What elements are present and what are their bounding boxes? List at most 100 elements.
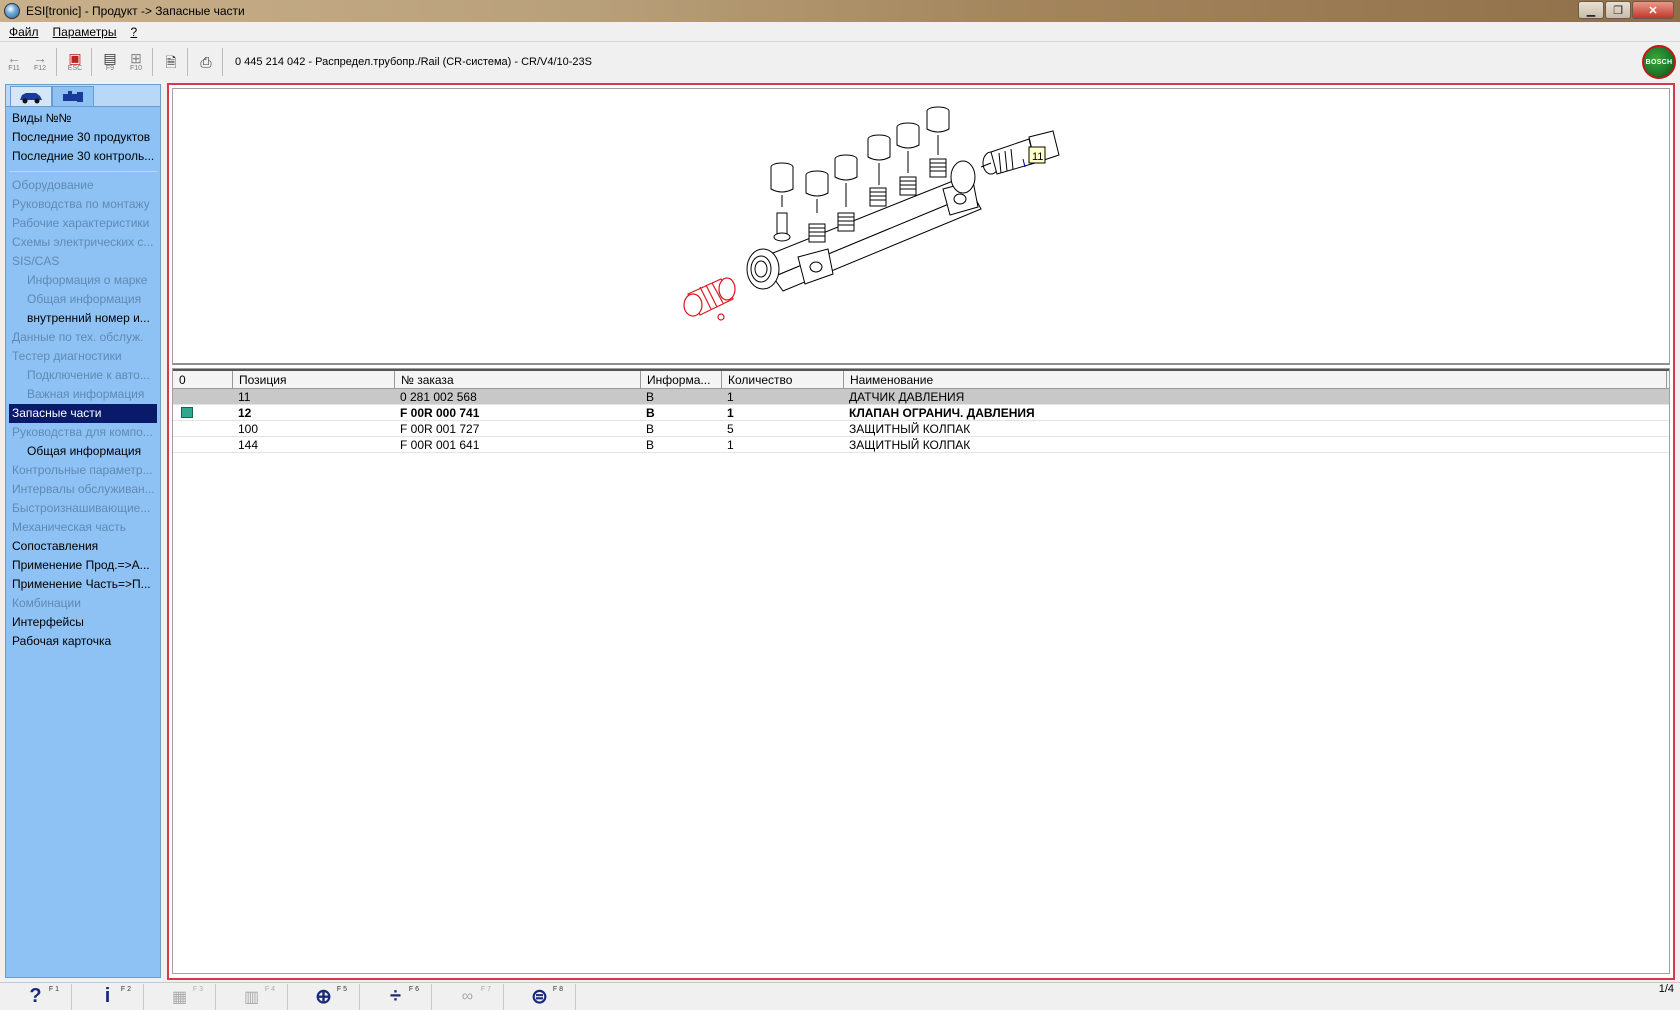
f4-button[interactable]: ▥ F 4 — [216, 983, 288, 1010]
toolbar-separator — [222, 48, 223, 76]
toolbar-separator — [56, 48, 57, 76]
cell-marker — [173, 405, 233, 420]
sidebar-item[interactable]: Применение Прод.=>А... — [6, 556, 160, 575]
document-button[interactable]: 🗎 — [159, 47, 183, 77]
sidebar-item[interactable]: Применение Часть=>П... — [6, 575, 160, 594]
sidebar-item[interactable]: внутренний номер и... — [6, 309, 160, 328]
print-button[interactable]: ⎙ — [194, 47, 218, 77]
sidebar-item[interactable]: Сопоставления — [6, 537, 160, 556]
sidebar-item[interactable]: Рабочая карточка — [6, 632, 160, 651]
column-quantity[interactable]: Количество — [722, 371, 844, 388]
cell-info: B — [646, 390, 655, 404]
fkey-label: F 3 — [192, 985, 203, 993]
f3-icon: ▦ — [171, 988, 188, 1006]
column-attachment[interactable]: 0 — [173, 371, 233, 388]
sidebar-item[interactable]: Тестер диагностики — [6, 347, 160, 366]
column-name[interactable]: Наименование — [844, 371, 1667, 388]
cell-name: ЗАЩИТНЫЙ КОЛПАК — [849, 438, 971, 452]
bosch-logo[interactable]: BOSCH — [1642, 45, 1676, 79]
menu-parameters[interactable]: Параметры — [46, 25, 124, 39]
pump-icon — [63, 90, 83, 102]
fkey-label: F 6 — [408, 985, 419, 993]
document-marker-icon[interactable] — [181, 407, 193, 418]
cell-marker — [173, 421, 233, 436]
title-bar: ESI[tronic] - Продукт -> Запасные части … — [0, 0, 1680, 22]
cell-qty: 1 — [727, 390, 734, 404]
info-button[interactable]: i F 2 — [72, 983, 144, 1010]
sidebar-item[interactable]: Данные по тех. обслуж. — [6, 328, 160, 347]
table-row[interactable]: 144 F 00R 001 641 B 1 ЗАЩИТНЫЙ КОЛПАК — [173, 437, 1669, 453]
table-row[interactable]: 12 F 00R 000 741 B 1 КЛАПАН ОГРАНИЧ. ДАВЛЕНИ… — [173, 405, 1669, 421]
sidebar-item[interactable]: Общая информация — [6, 442, 160, 461]
close-button[interactable]: ✕ — [1632, 1, 1674, 19]
table-row[interactable]: 100 F 00R 001 727 B 5 ЗАЩИТНЫЙ КОЛПАК — [173, 421, 1669, 437]
column-info[interactable]: Информа... — [641, 371, 722, 388]
product-title: 0 445 214 042 - Распредел.трубопр./Rail … — [235, 56, 593, 68]
f7-icon: ∞ — [461, 987, 474, 1005]
sidebar-item[interactable]: Интерфейсы — [6, 613, 160, 632]
arrow-right-icon: → — [33, 50, 47, 66]
bosch-icon: ⊜ — [531, 986, 548, 1008]
sidebar-item[interactable]: Комбинации — [6, 594, 160, 613]
column-position[interactable]: Позиция — [233, 371, 395, 388]
f3-button[interactable]: ▦ F 3 — [144, 983, 216, 1010]
car-icon — [20, 92, 42, 103]
sidebar-item[interactable]: Важная информация — [6, 385, 160, 404]
sidebar-item-last-products[interactable]: Последние 30 продуктов — [6, 128, 160, 147]
sidebar-item[interactable]: Руководства для компо... — [6, 423, 160, 442]
toolbar: ← F11 → F12 ▣ ESC ▤ F9 ⊞ F10 🗎 ⎙ 0 445 2… — [0, 43, 1680, 81]
sidebar-item[interactable]: Механическая часть — [6, 518, 160, 537]
exploded-view-figure[interactable]: 11 — [172, 88, 1670, 365]
cell-info: B — [646, 406, 655, 420]
sidebar-item[interactable]: Схемы электрических с... — [6, 233, 160, 252]
f10-button[interactable]: ⊞ F10 — [124, 47, 148, 77]
sidebar-nav: Виды №№ Последние 30 продуктов Последние… — [6, 107, 160, 653]
f7-button[interactable]: ∞ F 7 — [432, 983, 504, 1010]
cell-marker — [173, 389, 233, 404]
sidebar-item[interactable]: Интервалы обслуживан... — [6, 480, 160, 499]
sidebar-item[interactable]: Оборудование — [6, 176, 160, 195]
sidebar-item[interactable]: Подключение к авто... — [6, 366, 160, 385]
sidebar-item[interactable]: Запасные части — [9, 404, 157, 423]
column-order-number[interactable]: № заказа — [395, 371, 641, 388]
f9-button[interactable]: ▤ F9 — [98, 47, 122, 77]
help-icon: ? — [29, 985, 42, 1007]
cell-qty: 1 — [727, 438, 734, 452]
help-button[interactable]: ? F 1 — [0, 983, 72, 1010]
cell-order: 0 281 002 568 — [400, 390, 477, 404]
callout-label: 11 — [1032, 151, 1043, 163]
status-bar: ? F 1 i F 2 ▦ F 3 ▥ F 4 ⊕ F 5 ÷ F 6 ∞ F 7 ⊜ F 8 1/4 — [0, 982, 1680, 1010]
cell-position: 12 — [238, 406, 252, 420]
sidebar-item[interactable]: Контрольные параметр... — [6, 461, 160, 480]
fkey-label: F 8 — [552, 985, 563, 993]
tab-product[interactable] — [52, 86, 94, 106]
maximize-button[interactable]: ❐ — [1605, 1, 1631, 19]
sidebar-item[interactable]: SIS/CAS — [6, 252, 160, 271]
minimize-button[interactable]: ▁ — [1578, 1, 1604, 19]
menu-file[interactable]: Файл — [2, 25, 46, 39]
info-icon: i — [104, 985, 111, 1007]
sidebar-item[interactable]: Рабочие характеристики — [6, 214, 160, 233]
sidebar-item[interactable]: Руководства по монтажу — [6, 195, 160, 214]
esc-button[interactable]: ▣ ESC — [63, 47, 87, 77]
menu-help[interactable]: ? — [123, 25, 144, 39]
toolbar-separator — [152, 48, 153, 76]
page-indicator: 1/4 — [1658, 983, 1674, 995]
parts-table: 0 Позиция № заказа Информа... Количество… — [172, 368, 1670, 974]
fkey-label: F 1 — [48, 985, 59, 993]
sidebar-item[interactable]: Информация о марке — [6, 271, 160, 290]
tab-vehicle[interactable] — [10, 86, 52, 106]
cell-position: 100 — [238, 422, 259, 436]
forward-button[interactable]: → F12 — [28, 47, 52, 77]
sidebar-item[interactable]: Быстроизнашивающие... — [6, 499, 160, 518]
back-button[interactable]: ← F11 — [2, 47, 26, 77]
split-button[interactable]: ÷ F 6 — [360, 983, 432, 1010]
sidebar-item-last-controls[interactable]: Последние 30 контроль... — [6, 147, 160, 166]
table-row[interactable]: 11 0 281 002 568 B 1 ДАТЧИК ДАВЛЕНИЯ — [173, 389, 1669, 405]
bosch-button[interactable]: ⊜ F 8 — [504, 983, 576, 1010]
zoom-button[interactable]: ⊕ F 5 — [288, 983, 360, 1010]
fkey-label: F 4 — [264, 985, 275, 993]
sidebar-item-views[interactable]: Виды №№ — [6, 109, 160, 128]
sidebar-item[interactable]: Общая информация — [6, 290, 160, 309]
fkey-label: F 2 — [120, 985, 131, 993]
